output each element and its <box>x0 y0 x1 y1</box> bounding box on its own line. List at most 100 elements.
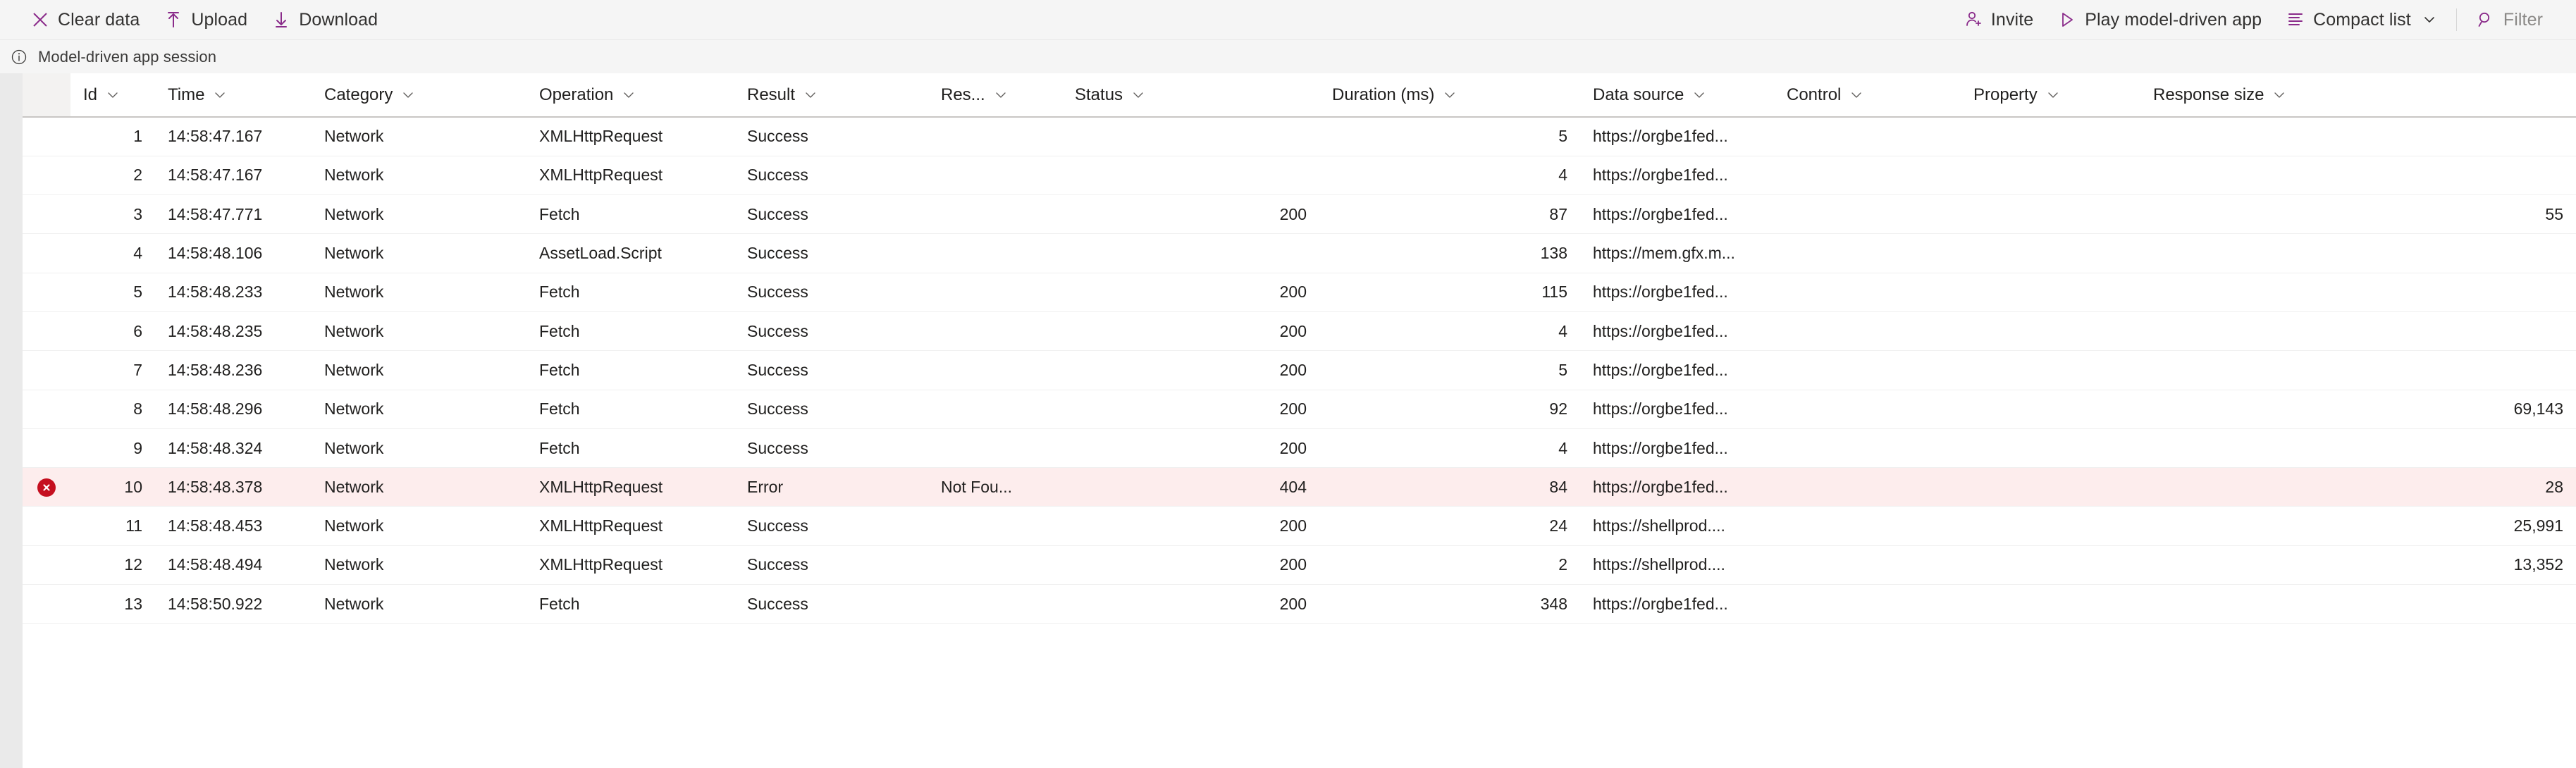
cell-duration[interactable]: 84 <box>1319 467 1580 507</box>
filter-button[interactable]: Filter <box>2464 4 2555 35</box>
cell-operation[interactable]: Fetch <box>526 390 734 429</box>
download-button[interactable]: Download <box>259 4 390 35</box>
cell-property[interactable] <box>1961 545 2140 586</box>
table-row[interactable]: 11 14:58:48.453 Network XMLHttpRequest Succe… <box>0 506 2576 546</box>
cell-result[interactable]: Success <box>734 584 928 624</box>
cell-result[interactable]: Success <box>734 117 928 156</box>
chevron-down-icon[interactable] <box>1131 88 1145 102</box>
play-model-driven-app-button[interactable]: Play model-driven app <box>2045 4 2274 35</box>
cell-category[interactable]: Network <box>312 233 526 273</box>
cell-data_source[interactable]: https://orgbe1fed... <box>1580 350 1774 390</box>
column-header-result[interactable]: Result <box>734 73 928 118</box>
cell-status[interactable]: 404 <box>1062 467 1319 507</box>
cell-operation[interactable]: Fetch <box>526 350 734 390</box>
upload-button[interactable]: Upload <box>152 4 259 35</box>
invite-button[interactable]: Invite <box>1952 4 2045 35</box>
cell-control[interactable] <box>1774 233 1961 273</box>
cell-category[interactable]: Network <box>312 390 526 429</box>
cell-property[interactable] <box>1961 156 2140 196</box>
cell-duration[interactable]: 4 <box>1319 156 1580 196</box>
cell-time[interactable]: 14:58:48.378 <box>155 467 312 507</box>
cell-property[interactable] <box>1961 117 2140 156</box>
column-header-operation[interactable]: Operation <box>526 73 734 118</box>
cell-id[interactable]: 3 <box>70 194 155 235</box>
cell-control[interactable] <box>1774 273 1961 312</box>
table-row[interactable]: 4 14:58:48.106 Network AssetLoad.Script Succ… <box>0 233 2576 273</box>
cell-data_source[interactable]: https://orgbe1fed... <box>1580 467 1774 507</box>
cell-control[interactable] <box>1774 156 1961 196</box>
cell-res[interactable] <box>928 311 1062 352</box>
chevron-down-icon[interactable] <box>1849 88 1863 102</box>
cell-property[interactable] <box>1961 428 2140 469</box>
cell-data_source[interactable]: https://shellprod.... <box>1580 506 1774 546</box>
cell-id[interactable]: 4 <box>70 233 155 273</box>
cell-duration[interactable]: 92 <box>1319 390 1580 429</box>
cell-control[interactable] <box>1774 350 1961 390</box>
table-row[interactable]: 1 14:58:47.167 Network XMLHttpRequest Succes… <box>0 117 2576 156</box>
cell-response_size[interactable]: 25,991 <box>2140 506 2576 546</box>
cell-status[interactable]: 200 <box>1062 311 1319 352</box>
cell-id[interactable]: 9 <box>70 428 155 469</box>
column-header-property[interactable]: Property <box>1961 73 2140 118</box>
cell-data_source[interactable]: https://orgbe1fed... <box>1580 311 1774 352</box>
cell-time[interactable]: 14:58:48.494 <box>155 545 312 586</box>
cell-status[interactable]: 200 <box>1062 545 1319 586</box>
cell-data_source[interactable]: https://orgbe1fed... <box>1580 194 1774 235</box>
cell-operation[interactable]: Fetch <box>526 584 734 624</box>
cell-control[interactable] <box>1774 506 1961 546</box>
cell-operation[interactable]: Fetch <box>526 194 734 235</box>
cell-control[interactable] <box>1774 428 1961 469</box>
cell-res[interactable] <box>928 390 1062 429</box>
cell-res[interactable]: Not Fou... <box>928 467 1062 507</box>
cell-status[interactable]: 200 <box>1062 390 1319 429</box>
cell-category[interactable]: Network <box>312 311 526 352</box>
chevron-down-icon[interactable] <box>622 88 636 102</box>
column-header-response-size[interactable]: Response size <box>2140 73 2576 118</box>
cell-control[interactable] <box>1774 584 1961 624</box>
cell-response_size[interactable]: 55 <box>2140 194 2576 235</box>
cell-category[interactable]: Network <box>312 273 526 312</box>
cell-duration[interactable]: 4 <box>1319 428 1580 469</box>
table-row[interactable]: 7 14:58:48.236 Network Fetch Success 200 5 http… <box>0 350 2576 390</box>
table-row[interactable]: 13 14:58:50.922 Network Fetch Success 200 348 h… <box>0 584 2576 624</box>
cell-data_source[interactable]: https://mem.gfx.m... <box>1580 233 1774 273</box>
chevron-down-icon[interactable] <box>401 88 415 102</box>
cell-res[interactable] <box>928 156 1062 196</box>
cell-property[interactable] <box>1961 194 2140 235</box>
cell-res[interactable] <box>928 117 1062 156</box>
cell-control[interactable] <box>1774 194 1961 235</box>
cell-id[interactable]: 5 <box>70 273 155 312</box>
chevron-down-icon[interactable] <box>1443 88 1457 102</box>
cell-res[interactable] <box>928 584 1062 624</box>
cell-data_source[interactable]: https://orgbe1fed... <box>1580 584 1774 624</box>
cell-duration[interactable]: 5 <box>1319 117 1580 156</box>
cell-result[interactable]: Success <box>734 233 928 273</box>
chevron-down-icon[interactable] <box>2046 88 2060 102</box>
cell-time[interactable]: 14:58:48.233 <box>155 273 312 312</box>
cell-property[interactable] <box>1961 273 2140 312</box>
cell-duration[interactable]: 5 <box>1319 350 1580 390</box>
cell-time[interactable]: 14:58:47.167 <box>155 156 312 196</box>
cell-time[interactable]: 14:58:48.296 <box>155 390 312 429</box>
cell-time[interactable]: 14:58:48.324 <box>155 428 312 469</box>
cell-res[interactable] <box>928 273 1062 312</box>
cell-time[interactable]: 14:58:47.771 <box>155 194 312 235</box>
cell-id[interactable]: 8 <box>70 390 155 429</box>
cell-data_source[interactable]: https://orgbe1fed... <box>1580 117 1774 156</box>
cell-category[interactable]: Network <box>312 117 526 156</box>
cell-duration[interactable]: 115 <box>1319 273 1580 312</box>
table-row[interactable]: 5 14:58:48.233 Network Fetch Success 200 115 ht… <box>0 273 2576 312</box>
cell-property[interactable] <box>1961 467 2140 507</box>
cell-duration[interactable]: 138 <box>1319 233 1580 273</box>
chevron-down-icon[interactable] <box>1692 88 1706 102</box>
cell-response_size[interactable] <box>2140 311 2576 352</box>
cell-status[interactable]: 200 <box>1062 194 1319 235</box>
cell-time[interactable]: 14:58:48.236 <box>155 350 312 390</box>
cell-duration[interactable]: 87 <box>1319 194 1580 235</box>
table-row[interactable]: 10 14:58:48.378 Network XMLHttpRequest Error… <box>0 467 2576 507</box>
cell-id[interactable]: 2 <box>70 156 155 196</box>
cell-property[interactable] <box>1961 390 2140 429</box>
cell-result[interactable]: Success <box>734 273 928 312</box>
cell-operation[interactable]: XMLHttpRequest <box>526 117 734 156</box>
cell-status[interactable]: 200 <box>1062 350 1319 390</box>
